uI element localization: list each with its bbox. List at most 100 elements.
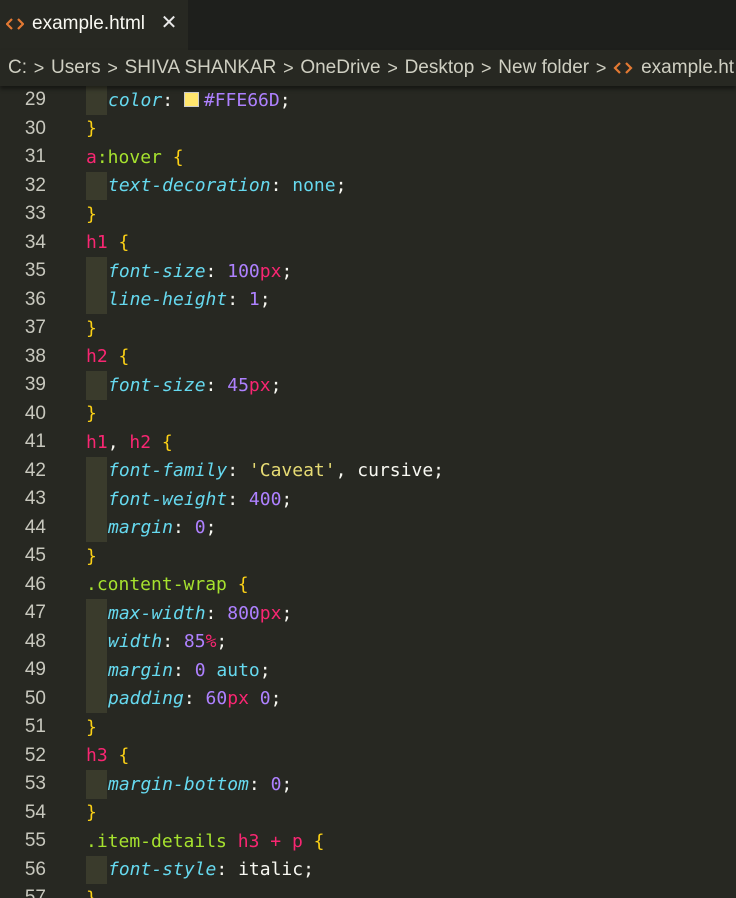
tab-title: example.html [32, 13, 145, 34]
line-number: 55 [24, 830, 46, 852]
close-icon[interactable]: ✕ [158, 12, 180, 34]
line-number: 39 [24, 374, 46, 396]
breadcrumb-item[interactable]: SHIVA SHANKAR [125, 57, 277, 79]
line-number: 29 [24, 89, 46, 111]
breadcrumb-item[interactable]: New folder [498, 57, 589, 79]
code-line: 32 text-decoration: none; [0, 171, 736, 200]
token-punct: ; [303, 859, 314, 881]
breadcrumb-item[interactable]: OneDrive [300, 57, 380, 79]
token-prop: margin [108, 659, 174, 681]
code-line: 56 font-style: italic; [0, 855, 736, 884]
code-line: 52 h3 { [0, 742, 736, 771]
token-brace: { [161, 431, 173, 453]
code-line: 48 width: 85%; [0, 627, 736, 656]
token-sel: + [270, 830, 282, 852]
breadcrumb-item[interactable]: Desktop [405, 57, 475, 79]
token-prop: padding [108, 688, 184, 710]
code-text: } [86, 546, 97, 567]
token-punct [249, 688, 260, 709]
line-number: 53 [24, 773, 46, 795]
line-number: 37 [24, 317, 46, 339]
code-text: padding: 60px 0; [108, 688, 281, 709]
token-punct [227, 574, 238, 595]
token-sel: h1 [86, 232, 108, 254]
token-brace: } [86, 888, 97, 898]
token-punct: : [216, 859, 239, 881]
token-unit: px [259, 260, 282, 282]
chevron-right-icon: > [33, 57, 45, 78]
token-punct: : [183, 688, 206, 710]
token-punct: : [162, 631, 184, 653]
line-number: 30 [24, 117, 46, 139]
line-number: 45 [24, 545, 46, 567]
line-number: 48 [24, 630, 46, 652]
token-brace: } [86, 317, 97, 339]
token-num: 0 [194, 517, 206, 539]
breadcrumb-item[interactable]: C: [8, 57, 27, 79]
tab-example-html[interactable]: example.html ✕ [0, 0, 188, 50]
token-unit: px [259, 602, 282, 624]
code-text: a:hover { [86, 147, 184, 168]
chevron-right-icon: > [481, 57, 492, 78]
code-line: 46 .content-wrap { [0, 571, 736, 600]
code-text: font-weight: 400; [108, 489, 292, 510]
token-num: 0 [270, 773, 282, 795]
token-punct: ; [281, 602, 293, 624]
token-num: 45 [227, 374, 249, 396]
token-punct: ; [270, 374, 282, 396]
indent-guide [86, 485, 107, 514]
code-line: 35 font-size: 100px; [0, 257, 736, 286]
token-brace: { [118, 745, 130, 767]
token-unit: % [205, 631, 217, 653]
line-number: 41 [24, 431, 46, 453]
token-punct [259, 831, 270, 852]
token-punct: ; [335, 175, 347, 197]
token-class: .content-wrap [86, 574, 227, 596]
token-punct [162, 147, 173, 168]
line-number: 50 [24, 687, 46, 709]
token-unit: px [248, 374, 271, 396]
code-text: .item-details h3 + p { [86, 831, 324, 852]
code-text: h1, h2 { [86, 432, 173, 453]
code-line: 34 h1 { [0, 229, 736, 258]
token-brace: { [118, 232, 130, 254]
breadcrumb-file[interactable]: example.ht [641, 57, 734, 79]
indent-guide [86, 684, 107, 713]
token-punct: : [173, 659, 195, 681]
token-punct: ; [259, 659, 271, 681]
token-punct: ; [270, 688, 282, 710]
color-swatch[interactable] [183, 91, 199, 107]
code-text: } [86, 204, 97, 225]
line-number: 40 [24, 402, 46, 424]
chevron-right-icon: > [107, 57, 118, 78]
code-text: font-family: 'Caveat', cursive; [108, 460, 444, 481]
code-line: 45} [0, 542, 736, 571]
token-punct: : [173, 517, 195, 539]
code-text: margin: 0; [108, 517, 216, 538]
token-num: 100 [227, 260, 260, 282]
token-sel: h3 [86, 745, 108, 767]
token-str: 'Caveat' [248, 460, 336, 482]
token-sel: h3 [237, 830, 260, 852]
code-line: 55 .item-details h3 + p { [0, 827, 736, 856]
indent-guide [86, 770, 107, 799]
token-punct: ; [205, 517, 217, 539]
token-punct [303, 831, 314, 852]
code-line: 41 h1, h2 { [0, 428, 736, 457]
token-prop: margin-bottom [108, 773, 249, 795]
token-punct: , [107, 431, 130, 453]
token-num: 1 [248, 289, 260, 311]
token-punct: ; [281, 260, 293, 282]
token-punct: ; [216, 631, 228, 653]
code-text: color: #FFE66D; [108, 90, 291, 111]
code-text: font-size: 45px; [108, 375, 281, 396]
code-editor[interactable]: 29 color: #FFE66D; 30} 31 a:hover {32 text-de… [0, 86, 736, 898]
code-line: 29 color: #FFE66D; [0, 86, 736, 115]
token-num: 400 [248, 488, 282, 510]
chevron-right-icon: > [283, 57, 294, 78]
indent-guide [86, 285, 107, 314]
code-line: 53 margin-bottom: 0; [0, 770, 736, 799]
breadcrumb-item[interactable]: Users [51, 57, 101, 79]
token-num: 60 [205, 688, 228, 710]
code-text: } [86, 403, 97, 424]
